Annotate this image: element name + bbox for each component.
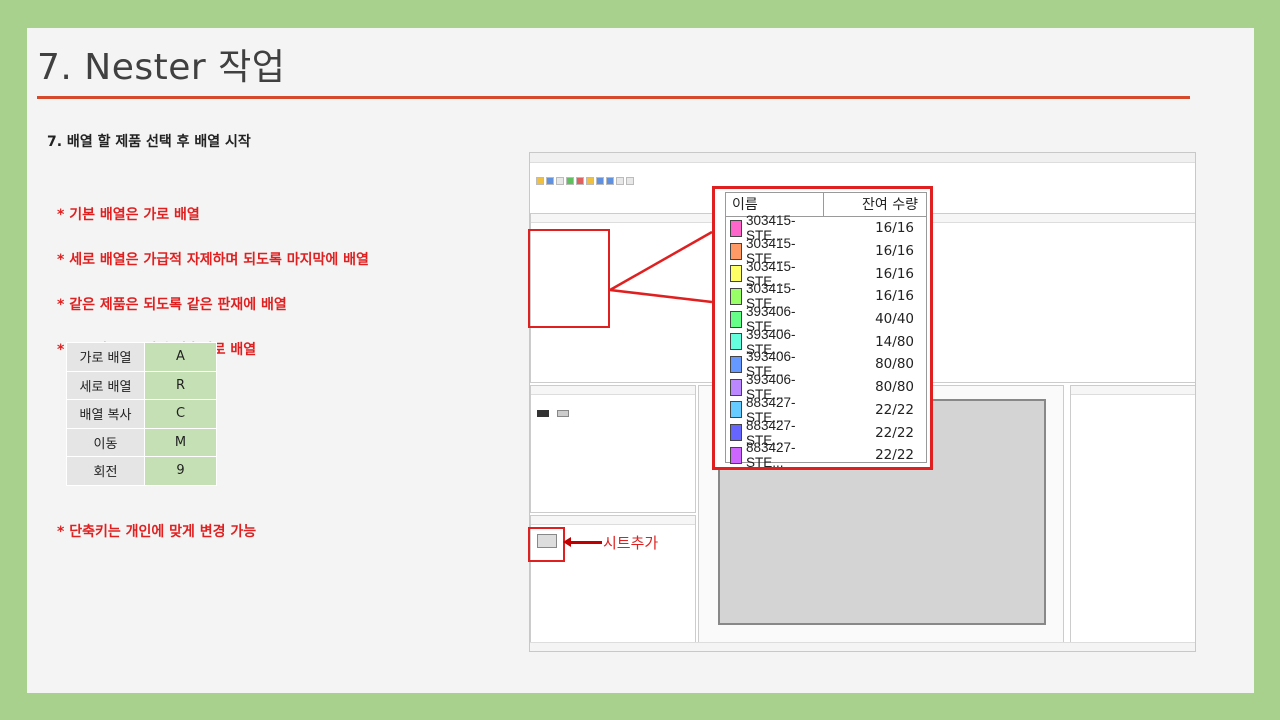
zoomed-part-table: 이름 잔여 수량 303415-STE... 16/16 303415-STE..… bbox=[712, 186, 933, 470]
part-table: 이름 잔여 수량 303415-STE... 16/16 303415-STE..… bbox=[725, 192, 927, 470]
part-shape-icon bbox=[730, 333, 742, 351]
part-shape-icon bbox=[730, 378, 742, 396]
callout-arrow bbox=[566, 541, 602, 544]
column-header-remaining-qty[interactable]: 잔여 수량 bbox=[824, 193, 926, 216]
add-sheet-label: 시트추가 bbox=[603, 534, 659, 552]
part-qty: 22/22 bbox=[875, 447, 914, 464]
part-qty: 40/40 bbox=[875, 311, 914, 328]
part-shape-icon bbox=[730, 219, 742, 237]
part-name: 883427-STE... bbox=[746, 440, 796, 471]
part-qty: 22/22 bbox=[875, 401, 914, 418]
part-qty: 16/16 bbox=[875, 288, 914, 305]
part-shape-icon bbox=[730, 401, 742, 419]
callout-line bbox=[609, 230, 713, 292]
part-qty: 22/22 bbox=[875, 424, 914, 441]
table-row[interactable]: 883427-STE... 22/22 bbox=[726, 440, 926, 470]
part-shape-icon bbox=[730, 310, 742, 328]
part-qty: 80/80 bbox=[875, 379, 914, 396]
part-qty: 16/16 bbox=[875, 243, 914, 260]
part-qty: 80/80 bbox=[875, 356, 914, 373]
part-shape-icon bbox=[730, 242, 742, 260]
part-qty: 16/16 bbox=[875, 220, 914, 237]
callout-line bbox=[609, 288, 713, 304]
part-shape-icon bbox=[730, 265, 742, 283]
part-shape-icon bbox=[730, 424, 742, 442]
part-shape-icon bbox=[730, 355, 742, 373]
part-qty: 16/16 bbox=[875, 265, 914, 282]
callout-lines bbox=[609, 230, 713, 304]
part-shape-icon bbox=[730, 446, 742, 464]
part-qty: 14/80 bbox=[875, 333, 914, 350]
part-shape-icon bbox=[730, 287, 742, 305]
part-rows: 303415-STE... 16/16 303415-STE... 16/16 30… bbox=[726, 213, 926, 470]
